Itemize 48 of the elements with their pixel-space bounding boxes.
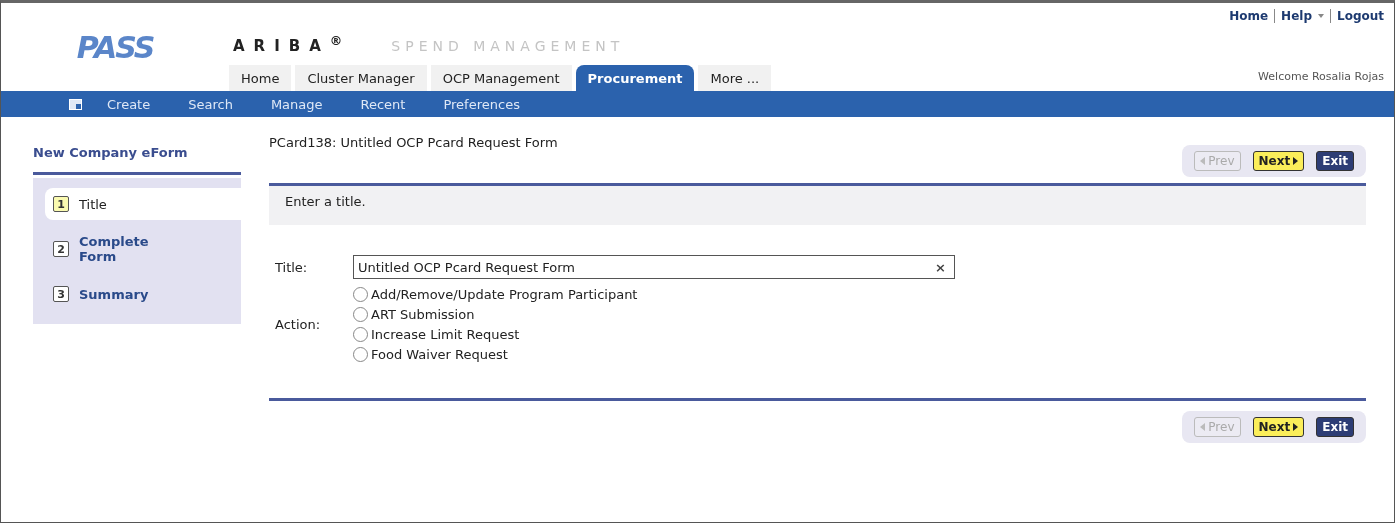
step-number: 2: [53, 241, 69, 257]
field-label: Title:: [275, 259, 309, 275]
brand-tagline: SPEND MANAGEMENT: [391, 38, 625, 54]
radio-option[interactable]: Increase Limit Request: [353, 327, 955, 342]
sub-nav-link[interactable]: Create: [88, 96, 170, 112]
logo: PASS: [75, 28, 155, 67]
header-link[interactable]: Logout: [1330, 9, 1384, 23]
next-button[interactable]: Next: [1252, 417, 1305, 437]
step-number: 3: [53, 286, 69, 302]
right-arrow-icon: [1293, 157, 1299, 165]
radio-option[interactable]: Food Waiver Request: [353, 347, 955, 362]
brand-name: ARIBA$^{®}$: [233, 33, 352, 55]
right-arrow-icon: [1293, 423, 1299, 431]
sub-nav-link[interactable]: Search: [169, 96, 252, 112]
header-link[interactable]: Help: [1274, 9, 1312, 23]
window-icon: [69, 98, 82, 110]
title-input-field[interactable]: Untitled OCP Pcard Request Form ×: [353, 255, 955, 279]
nav-tab[interactable]: More ...: [698, 65, 772, 91]
sidebar-title: New Company eForm: [33, 135, 241, 175]
radio-icon[interactable]: [353, 347, 368, 362]
clear-icon[interactable]: ×: [935, 259, 946, 275]
radio-icon[interactable]: [353, 327, 368, 342]
sub-nav-link[interactable]: Preferences: [424, 96, 539, 112]
step-item[interactable]: 2 Complete Form: [45, 226, 241, 272]
sub-nav-link[interactable]: Manage: [251, 96, 342, 112]
welcome-text: Welcome Rosalia Rojas: [1258, 70, 1384, 83]
nav-tab[interactable]: Procurement: [575, 65, 695, 91]
step-item[interactable]: 3 Summary: [45, 278, 241, 310]
sub-nav-link[interactable]: Recent: [341, 96, 425, 112]
header-link[interactable]: Home: [1229, 9, 1269, 23]
radio-icon[interactable]: [353, 287, 368, 302]
radio-icon[interactable]: [353, 307, 368, 322]
radio-option[interactable]: ART Submission: [353, 307, 955, 322]
form-heading: PCard138: Untitled OCP Pcard Request Form: [269, 135, 558, 150]
exit-button[interactable]: Exit: [1316, 151, 1354, 171]
nav-tab[interactable]: Home: [229, 65, 292, 91]
field-label: Action:: [275, 317, 322, 332]
left-arrow-icon: [1200, 157, 1206, 165]
nav-tab[interactable]: OCP Management: [430, 65, 572, 91]
step-item[interactable]: 1 Title: [45, 188, 241, 220]
left-arrow-icon: [1200, 423, 1206, 431]
exit-button[interactable]: Exit: [1316, 417, 1354, 437]
caret-icon: [1318, 14, 1324, 18]
step-number: 1: [53, 196, 69, 212]
nav-tab[interactable]: Cluster Manager: [295, 65, 427, 91]
radio-option[interactable]: Add/Remove/Update Program Participant: [353, 287, 955, 302]
instruction-text: Enter a title.: [269, 186, 1366, 225]
next-button[interactable]: Next: [1252, 151, 1305, 171]
